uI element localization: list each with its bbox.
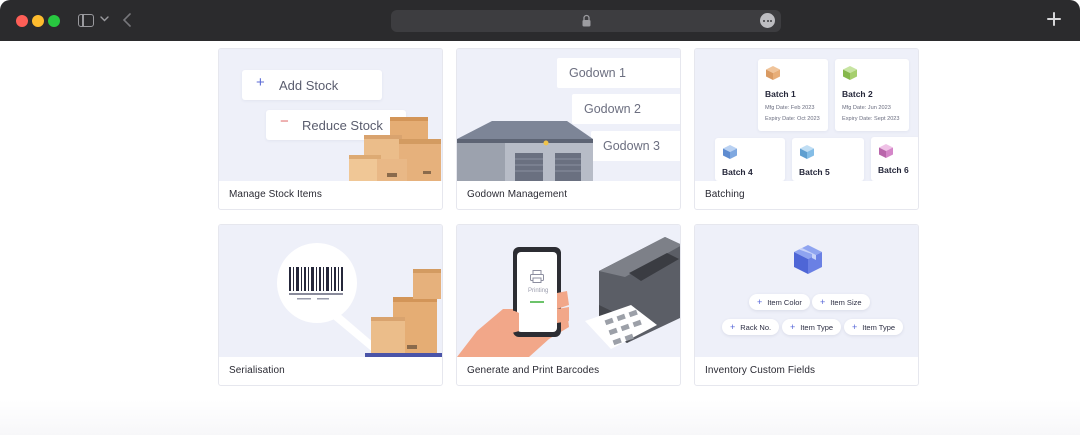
feature-card-serialisation[interactable]: Serialisation <box>218 224 443 386</box>
boxes-icon <box>349 117 441 181</box>
field-label: Item Color <box>767 298 802 307</box>
batch-expiry-date: Expiry Date: Sept 2023 <box>842 116 900 122</box>
card-caption: Manage Stock Items <box>229 189 322 200</box>
field-label: Rack No. <box>740 323 772 332</box>
address-bar[interactable] <box>391 10 781 32</box>
batch-card: Batch 1 Mfg Date: Feb 2023 Expiry Date: … <box>758 59 828 131</box>
box-icon <box>879 144 893 158</box>
card-caption: Godown Management <box>467 189 568 200</box>
barcode-magnifier-icon <box>277 243 442 357</box>
batch-name: Batch 5 <box>799 167 830 177</box>
close-window-button[interactable] <box>16 15 28 27</box>
field-label: Item Size <box>830 298 862 307</box>
custom-field-chip: + Rack No. <box>722 319 780 335</box>
printer-small-icon <box>530 270 544 283</box>
batch-name: Batch 1 <box>765 89 796 99</box>
batch-name: Batch 2 <box>842 89 873 99</box>
batch-name: Batch 4 <box>722 167 753 177</box>
minus-icon: − <box>280 113 289 130</box>
feature-card-manage-stock[interactable]: + Add Stock − Reduce Stock Manage Stock … <box>218 48 443 210</box>
feature-card-godown[interactable]: Godown 1 Godown 2 Godown 3 Godown Manage… <box>456 48 681 210</box>
plus-icon: + <box>820 297 826 307</box>
printer-icon <box>585 237 680 349</box>
warehouse-icon <box>457 121 593 181</box>
batch-mfg-date: Mfg Date: Jun 2023 <box>842 105 891 111</box>
zoom-window-button[interactable] <box>48 15 60 27</box>
batch-card: Batch 6 <box>871 137 918 181</box>
plus-icon: + <box>256 74 265 91</box>
box-icon <box>723 145 737 159</box>
feature-card-batching[interactable]: Batch 1 Mfg Date: Feb 2023 Expiry Date: … <box>694 48 919 210</box>
batch-expiry-date: Expiry Date: Oct 2023 <box>765 116 820 122</box>
batch-name: Batch 6 <box>878 165 909 175</box>
feature-card-barcodes[interactable]: Printing Generate and Print Barcodes <box>456 224 681 386</box>
box-icon <box>800 145 814 159</box>
card-caption: Inventory Custom Fields <box>705 365 816 376</box>
batch-card: Batch 5 <box>792 138 864 181</box>
plus-icon: + <box>730 322 736 332</box>
box-icon <box>843 66 857 80</box>
page-bottom-fade <box>0 400 1080 435</box>
batch-card: Batch 2 Mfg Date: Jun 2023 Expiry Date: … <box>835 59 909 131</box>
batch-card: Batch 4 <box>715 138 785 181</box>
batching-illustration: Batch 1 Mfg Date: Feb 2023 Expiry Date: … <box>695 49 918 181</box>
plus-icon: + <box>852 322 858 332</box>
godown-illustration: Godown 1 Godown 2 Godown 3 <box>457 49 680 181</box>
batch-mfg-date: Mfg Date: Feb 2023 <box>765 105 815 111</box>
card-caption: Generate and Print Barcodes <box>467 365 600 376</box>
field-label: Item Type <box>800 323 834 332</box>
back-arrow-icon[interactable] <box>120 12 134 28</box>
custom-field-chip: + Item Type <box>782 319 842 335</box>
add-stock-label: Add Stock <box>279 78 339 93</box>
printing-label: Printing <box>528 288 549 294</box>
card-caption: Batching <box>705 189 745 200</box>
serialisation-illustration <box>219 225 442 357</box>
hand-phone-icon <box>457 247 569 357</box>
feature-card-custom-fields[interactable]: + Item Color + Item Size + Rack No. + Item T… <box>694 224 919 386</box>
godown-item: Godown 3 <box>591 131 680 161</box>
minimize-window-button[interactable] <box>32 15 44 27</box>
box-icon <box>766 66 780 80</box>
add-stock-pill: + Add Stock <box>242 70 382 100</box>
browser-toolbar <box>0 0 1080 41</box>
plus-icon: + <box>790 322 796 332</box>
custom-field-chip: + Item Size <box>812 294 870 310</box>
custom-field-chip: + Item Color <box>749 294 810 310</box>
new-tab-plus-icon[interactable] <box>1046 11 1062 27</box>
custom-fields-illustration: + Item Color + Item Size + Rack No. + Item T… <box>695 225 918 357</box>
lock-icon <box>582 14 591 27</box>
custom-field-chip: + Item Type <box>844 319 904 335</box>
more-icon[interactable] <box>760 13 775 28</box>
stock-illustration: + Add Stock − Reduce Stock <box>219 49 442 181</box>
card-caption: Serialisation <box>229 365 285 376</box>
cube-icon <box>794 245 822 274</box>
field-label: Item Type <box>862 323 896 332</box>
printing-illustration: Printing <box>457 225 680 357</box>
chevron-down-icon[interactable] <box>100 14 109 23</box>
sidebar-icon[interactable] <box>78 14 94 27</box>
godown-item: Godown 1 <box>557 58 680 88</box>
plus-icon: + <box>757 297 763 307</box>
